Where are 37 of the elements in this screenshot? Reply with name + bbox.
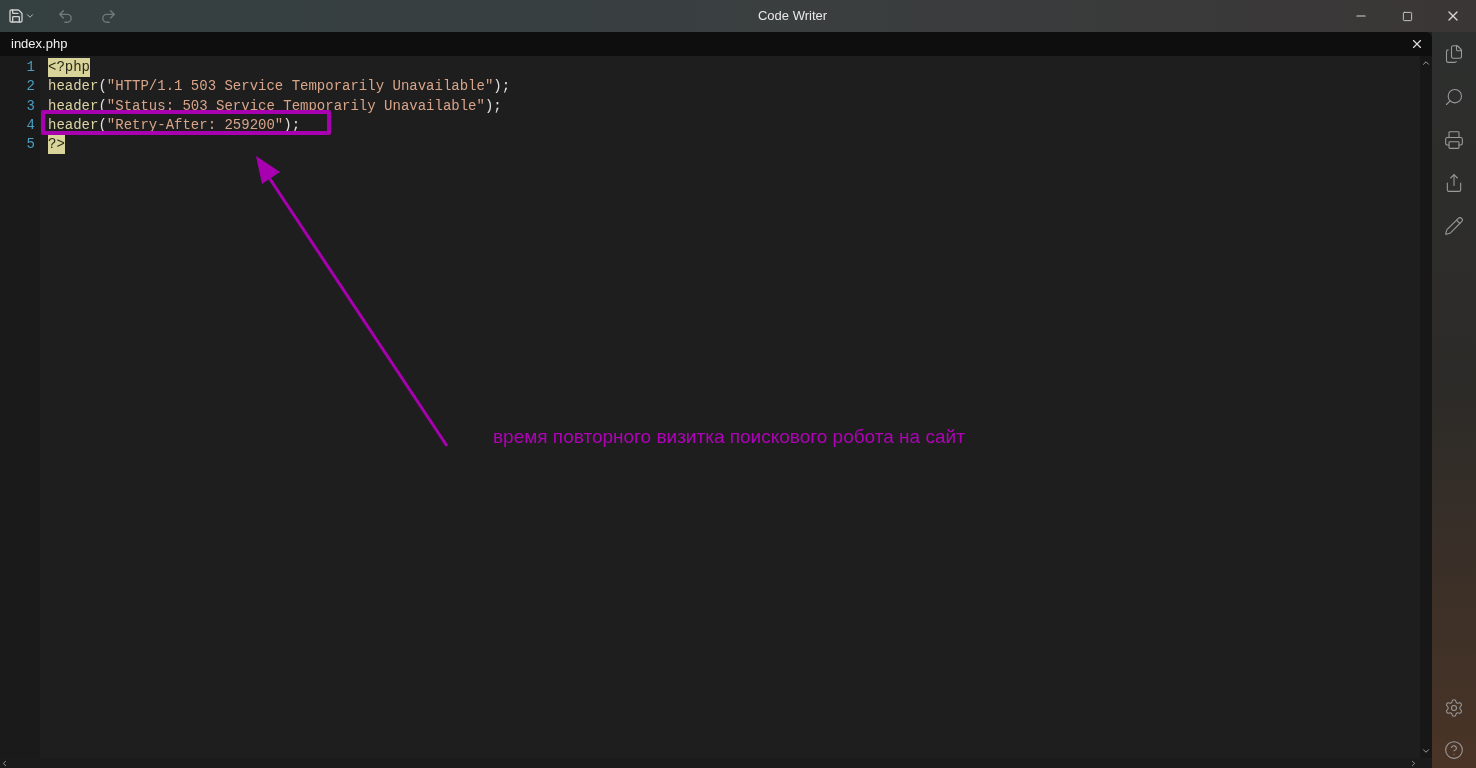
- scroll-right-icon[interactable]: [1409, 758, 1418, 768]
- line-number: 3: [26, 96, 35, 116]
- window-title: Code Writer: [757, 7, 828, 26]
- code-token: header: [48, 115, 99, 135]
- line-number: 4: [26, 115, 35, 135]
- code-token: "Retry-After: 259200": [106, 115, 284, 135]
- code-token: (: [98, 77, 107, 97]
- print-button[interactable]: [1444, 130, 1464, 150]
- line-number: 5: [26, 135, 35, 155]
- code-token: );: [493, 77, 511, 97]
- code-token: <?php: [48, 58, 90, 78]
- share-button[interactable]: [1444, 173, 1464, 193]
- annotation-caption: время повторного визитка поискового робота на сайт: [493, 425, 965, 449]
- scroll-down-icon[interactable]: [1421, 746, 1431, 756]
- files-button[interactable]: [1444, 44, 1464, 64]
- redo-button[interactable]: [100, 7, 117, 25]
- scroll-up-icon[interactable]: [1421, 58, 1431, 68]
- scroll-left-icon[interactable]: [0, 758, 9, 768]
- line-number: 2: [26, 77, 35, 97]
- code-token: );: [484, 96, 502, 116]
- code-token: "Status: 503 Service Temporarily Unavailable": [106, 96, 485, 116]
- code-token: header: [48, 96, 99, 116]
- save-icon: [8, 8, 24, 24]
- caret-icon: [25, 11, 35, 21]
- undo-button[interactable]: [57, 7, 74, 25]
- code-token: "HTTP/1.1 503 Service Temporarily Unavailable": [106, 77, 494, 97]
- edit-button[interactable]: [1444, 216, 1464, 236]
- file-tab[interactable]: index.php: [0, 32, 79, 56]
- line-number: 1: [26, 58, 35, 77]
- maximize-icon: [1401, 10, 1413, 22]
- help-button[interactable]: [1444, 740, 1464, 760]
- search-button[interactable]: [1444, 87, 1464, 107]
- save-menu-button[interactable]: [8, 8, 35, 24]
- code-token: ?>: [48, 135, 65, 155]
- code-token: header: [48, 77, 99, 97]
- settings-button[interactable]: [1444, 698, 1464, 718]
- close-tab-button[interactable]: [1410, 37, 1424, 51]
